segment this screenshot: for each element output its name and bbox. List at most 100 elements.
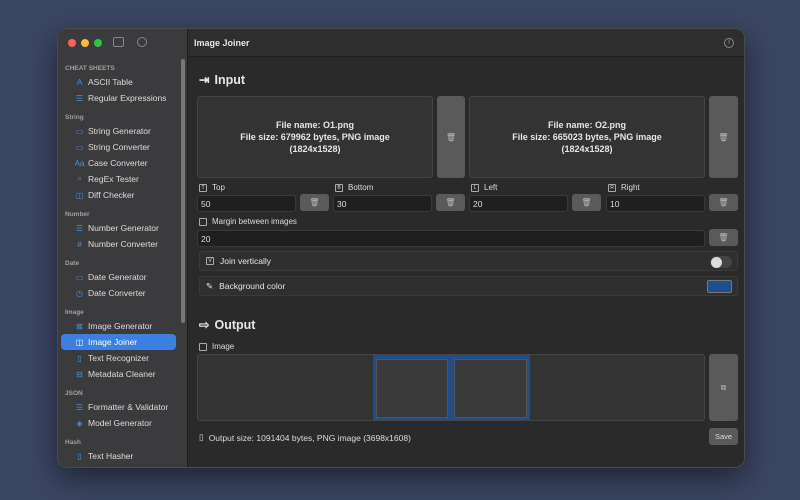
sidebar-item-label: Number Converter [88,239,158,249]
columns-icon [199,217,207,226]
output-image-preview[interactable] [197,354,705,421]
margin-right-input[interactable]: 10 [606,195,705,212]
sidebar-item-icon: ▭ [75,126,84,136]
sidebar-item[interactable]: ⌕ RegEx Tester [61,171,176,187]
sidebar-item-label: String Generator [88,126,151,136]
sidebar-item-label: RegEx Tester [88,174,139,184]
sidebar-item-icon: ◈ [76,418,83,428]
file-size: File size: 665023 bytes, PNG image [512,132,662,142]
output-heading: Output [214,317,256,332]
sidebar-item[interactable]: ◈ Model Generator [61,415,176,431]
sidebar-item-label: Regular Expressions [88,93,167,103]
sidebar-item[interactable]: ◷ Date Converter [61,285,176,301]
zoom-button[interactable] [94,39,102,47]
input-image-2[interactable]: File name: O2.png File size: 665023 bytes… [469,96,705,178]
join-vertically-toggle[interactable] [710,256,732,268]
sidebar-item-icon: ▯ [77,353,82,363]
sidebar-item-label: Number Generator [88,223,159,233]
sidebar-item[interactable]: ☰ Regular Expressions [61,90,176,106]
save-button[interactable]: Save [709,428,738,445]
output-icon: ⇨ [199,318,210,332]
sidebar-toggle-icon[interactable] [113,37,124,47]
join-vertically-row: V Join vertically [199,251,738,271]
sidebar-item[interactable]: # Number Converter [61,236,176,252]
margin-bottom-input[interactable]: 30 [333,195,432,212]
sidebar-list: CHEAT SHEETS A ASCII Table ☰ Regular Express… [58,57,179,468]
background-color-well[interactable] [707,280,732,293]
clear-margin-bottom-button[interactable]: 🗑 [436,194,465,211]
sidebar: CHEAT SHEETS A ASCII Table ☰ Regular Express… [58,29,188,467]
v-key-icon: V [206,257,214,265]
sidebar-item-label: Formatter & Validator [88,402,169,412]
output-image-label: Image [212,342,235,351]
margin-label: Bottom [348,183,374,192]
clear-margin-left-button[interactable]: 🗑 [572,194,601,211]
sidebar-item-icon: ◫ [75,190,84,200]
main-pane: Image Joiner i ⇥ Input File name: O1.png F… [188,29,744,467]
margin-top-input[interactable]: 50 [197,195,296,212]
remove-image-1-button[interactable]: 🗑 [437,96,465,178]
sidebar-item-icon: ⊠ [76,321,83,331]
sidebar-item-icon: ☰ [75,93,84,103]
sidebar-scrollbar[interactable] [181,59,185,323]
copy-output-button[interactable]: ⧉ [709,354,738,421]
sidebar-item[interactable]: ▭ String Converter [61,139,176,155]
sidebar-item-label: ASCII Table [88,77,133,87]
clear-margin-between-button[interactable]: 🗑 [709,229,738,246]
sidebar-item-label: File Hasher [88,467,131,468]
sidebar-section-header: CHEAT SHEETS [65,65,115,72]
remove-image-2-button[interactable]: 🗑 [709,96,738,178]
sidebar-item[interactable]: ▯ Text Hasher [61,448,176,464]
sidebar-section-header: Date [65,260,80,267]
sidebar-item[interactable]: ☰ Number Generator [61,220,176,236]
sidebar-item[interactable]: ▭ Date Generator [61,269,176,285]
trash-icon: 🗑 [581,198,592,207]
sidebar-item-label: Image Generator [88,321,153,331]
sidebar-item[interactable]: ⊟ Metadata Cleaner [61,366,176,382]
margin-left-input[interactable]: 20 [469,195,568,212]
sidebar-item-label: Model Generator [88,418,152,428]
sidebar-section-header: JSON [65,390,83,397]
margin-left-label-group: L Left [471,183,497,192]
trash-icon: 🗑 [309,198,320,207]
sidebar-item-icon: # [77,239,82,249]
key-icon: B [335,183,343,192]
sidebar-section-header: Image [65,309,84,316]
sidebar-item-icon: ▭ [75,272,84,282]
sidebar-item[interactable]: ▯ Text Recognizer [61,350,176,366]
sidebar-item-label: Metadata Cleaner [88,369,156,379]
app-window: CHEAT SHEETS A ASCII Table ☰ Regular Express… [57,28,745,468]
sidebar-item[interactable]: Aa Case Converter [61,155,176,171]
trash-icon: 🗑 [445,132,457,142]
margin-bottom-label-group: B Bottom [335,183,373,192]
minimize-button[interactable] [81,39,89,47]
file-size: File size: 679962 bytes, PNG image [240,132,390,142]
sidebar-item-icon: ☰ [75,223,84,233]
sidebar-item[interactable]: ☰ Formatter & Validator [61,399,176,415]
key-icon: T [199,183,207,192]
background-color-label: Background color [219,281,286,291]
input-image-1[interactable]: File name: O1.png File size: 679962 bytes… [197,96,433,178]
sidebar-item-label: Date Converter [88,288,146,298]
clear-margin-top-button[interactable]: 🗑 [300,194,329,211]
info-icon[interactable]: i [724,38,734,48]
sidebar-item-icon: ⌕ [77,174,82,183]
sidebar-item[interactable]: ⊠ Image Generator [61,318,176,334]
sidebar-item[interactable]: A ASCII Table [61,74,176,90]
sidebar-item[interactable]: ◫ Image Joiner [61,334,176,350]
sidebar-section-header: String [65,114,84,121]
file-name: File name: O2.png [547,120,626,130]
clear-margin-right-button[interactable]: 🗑 [709,194,738,211]
trash-icon: 🗑 [718,233,729,242]
margin-right-label-group: R Right [608,183,640,192]
sidebar-item[interactable]: ▯File Hasher [61,464,176,468]
output-size-text: Output size: 1091404 bytes, PNG image (3… [208,432,411,443]
close-button[interactable] [68,39,76,47]
sidebar-item[interactable]: ◫ Diff Checker [61,187,176,203]
input-heading: Input [214,72,246,87]
sidebar-item-icon: ◫ [75,337,84,347]
margin-between-input[interactable]: 20 [197,230,705,247]
sidebar-item[interactable]: ▭ String Generator [61,123,176,139]
history-icon[interactable] [137,37,147,47]
background-color-row: ✎ Background color [199,276,738,296]
